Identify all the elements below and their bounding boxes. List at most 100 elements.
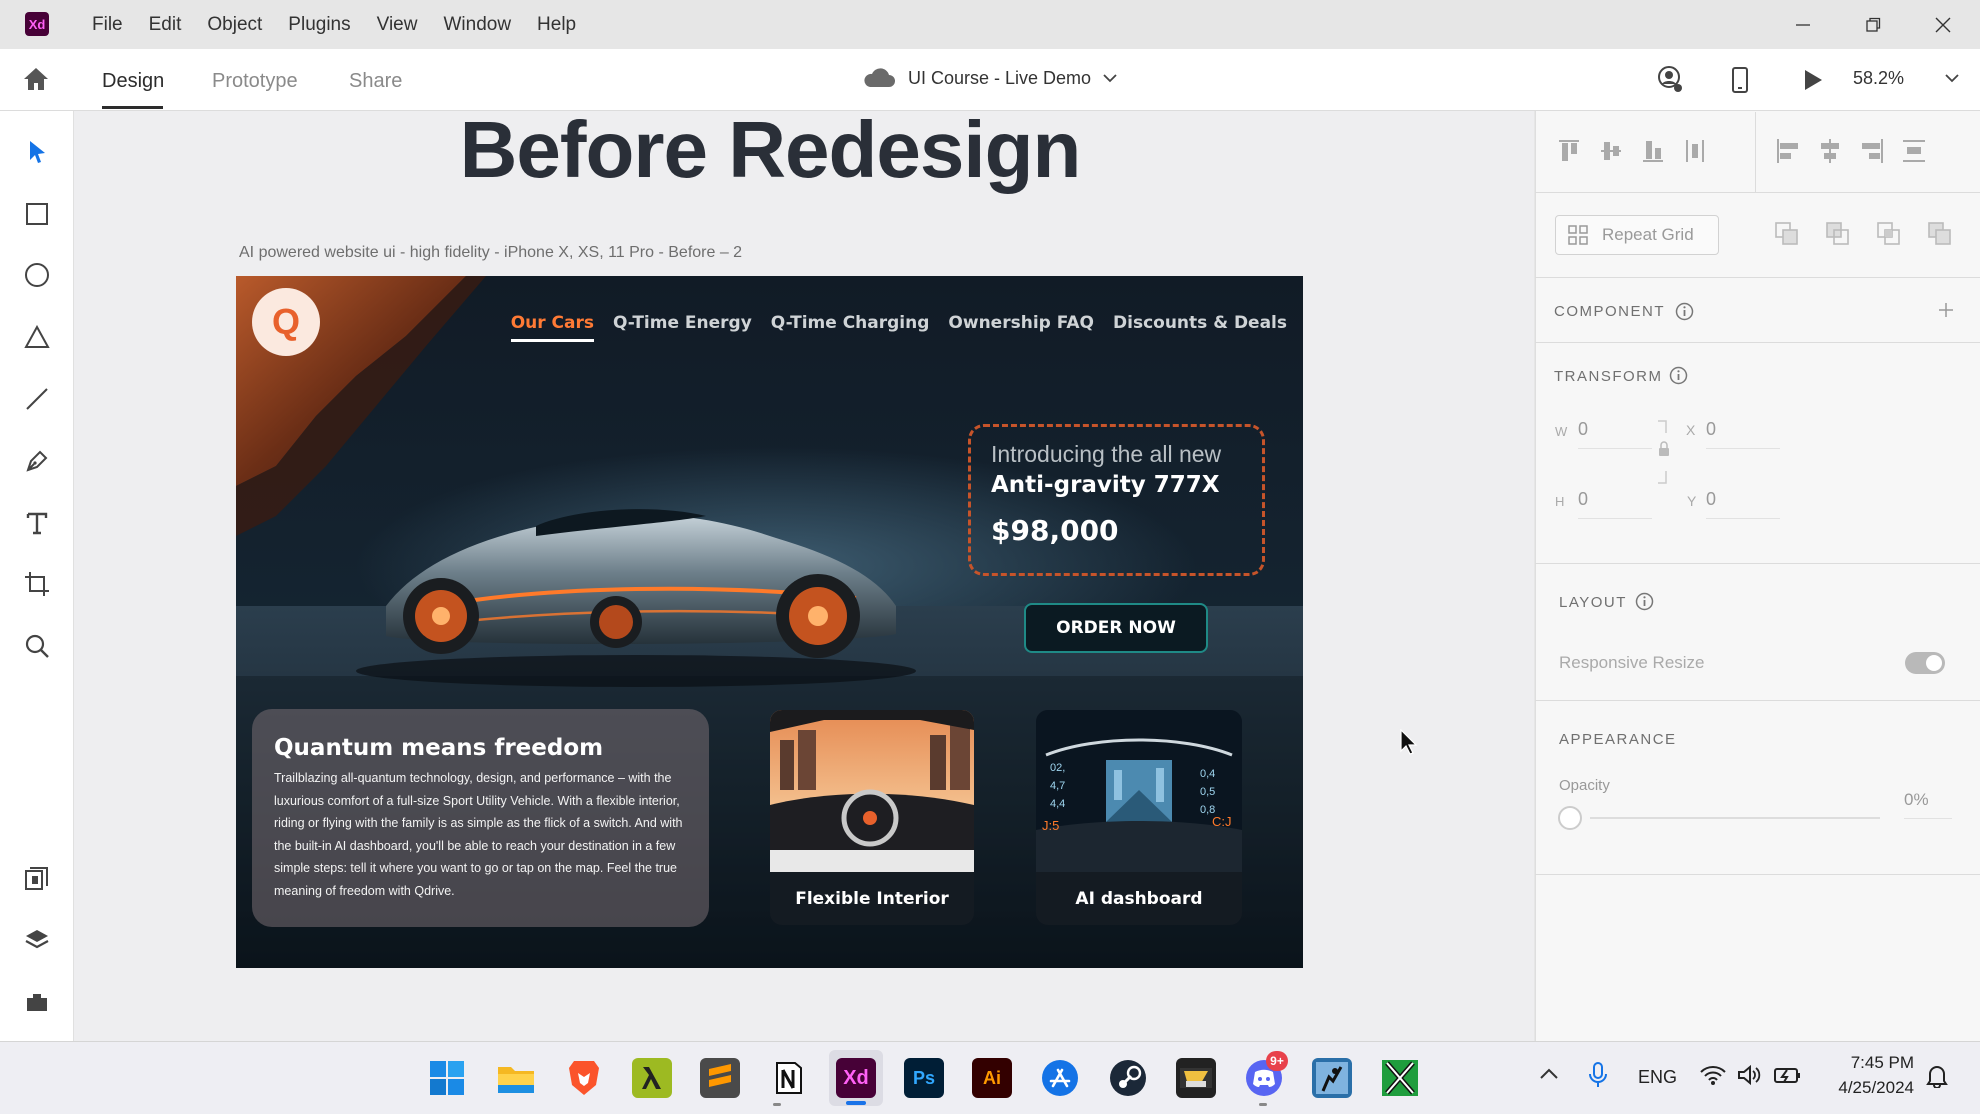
align-right-icon[interactable] <box>1860 138 1884 164</box>
opacity-slider-handle[interactable] <box>1558 806 1582 830</box>
nav-q-time-charging[interactable]: Q-Time Charging <box>771 313 930 342</box>
exclude-shape-icon[interactable] <box>1928 222 1952 246</box>
align-center-icon[interactable] <box>1818 138 1842 164</box>
canvas-heading[interactable]: Before Redesign <box>300 104 1240 196</box>
select-tool[interactable] <box>20 135 54 169</box>
add-shape-icon[interactable] <box>1775 222 1799 246</box>
menu-window[interactable]: Window <box>443 14 525 36</box>
height-field[interactable]: 0 <box>1578 489 1652 519</box>
zoom-dropdown[interactable] <box>1945 73 1959 83</box>
nav-ownership-faq[interactable]: Ownership FAQ <box>948 313 1094 342</box>
share-user-button[interactable] <box>1656 66 1684 94</box>
line-tool[interactable] <box>20 382 54 416</box>
order-now-button[interactable]: ORDER NOW <box>1024 603 1208 653</box>
zoom-tool[interactable] <box>20 629 54 663</box>
minimize-button[interactable] <box>1768 0 1838 49</box>
nav-our-cars[interactable]: Our Cars <box>510 313 594 342</box>
align-top-icon[interactable] <box>1558 138 1580 164</box>
align-left-icon[interactable] <box>1776 138 1800 164</box>
tab-design[interactable]: Design <box>102 70 164 93</box>
plugins-panel-button[interactable] <box>20 985 54 1019</box>
opacity-field[interactable]: 0% <box>1904 790 1952 819</box>
add-component-button[interactable] <box>1938 302 1954 318</box>
nav-q-time-energy[interactable]: Q-Time Energy <box>613 313 752 342</box>
notion-button[interactable] <box>768 1058 808 1098</box>
play-preview-button[interactable] <box>1802 68 1824 92</box>
close-button[interactable] <box>1908 0 1978 49</box>
discord-notification-badge: 9+ <box>1266 1051 1288 1071</box>
grid-icon <box>1568 225 1588 245</box>
nav-discounts-deals[interactable]: Discounts & Deals <box>1113 313 1287 342</box>
pen-tool-app-button[interactable] <box>1312 1058 1352 1098</box>
layout-info-button[interactable] <box>1635 592 1654 611</box>
align-middle-icon[interactable] <box>1600 138 1622 164</box>
photoshop-button[interactable]: Ps <box>904 1058 944 1098</box>
feature-card-flexible-interior[interactable]: Flexible Interior <box>770 710 974 925</box>
wifi-button[interactable] <box>1700 1064 1726 1086</box>
repeat-grid-button[interactable]: Repeat Grid <box>1555 215 1719 255</box>
menu-object[interactable]: Object <box>207 14 276 36</box>
lambda-app-button[interactable] <box>632 1058 672 1098</box>
zoom-level[interactable]: 58.2% <box>1853 68 1904 89</box>
rectangle-tool[interactable] <box>20 197 54 231</box>
responsive-resize-toggle[interactable] <box>1905 652 1945 674</box>
media-app-button[interactable] <box>1176 1058 1216 1098</box>
subtract-shape-icon[interactable] <box>1826 222 1850 246</box>
pen-tool[interactable] <box>20 444 54 478</box>
distribute-horizontal-icon[interactable] <box>1684 138 1706 164</box>
device-preview-button[interactable] <box>1730 67 1750 93</box>
tab-share[interactable]: Share <box>349 70 402 93</box>
align-bottom-icon[interactable] <box>1642 138 1664 164</box>
menu-help[interactable]: Help <box>537 14 590 36</box>
restore-button[interactable] <box>1838 0 1908 49</box>
media-app-icon <box>1180 1068 1212 1088</box>
minimize-icon <box>1796 23 1810 26</box>
brave-browser-button[interactable] <box>564 1058 604 1098</box>
volume-button[interactable] <box>1737 1064 1761 1086</box>
ellipse-tool[interactable] <box>20 258 54 292</box>
distribute-vertical-icon[interactable] <box>1902 138 1926 164</box>
artboard[interactable]: Q Our Cars Q-Time Energy Q-Time Charging… <box>236 276 1303 968</box>
x-field[interactable]: 0 <box>1706 419 1780 449</box>
lock-aspect-button[interactable] <box>1654 420 1672 484</box>
menu-view[interactable]: View <box>377 14 432 36</box>
feature-card-ai-dashboard[interactable]: 02, 4,7 0,4 0,5 4,4 0,8 J:5 C:J AI dashb… <box>1036 710 1242 925</box>
clock-date[interactable]: 4/25/2024 <box>1818 1078 1914 1098</box>
transform-info-button[interactable] <box>1669 366 1688 385</box>
opacity-slider-track[interactable] <box>1590 817 1880 819</box>
excel-like-button[interactable] <box>1380 1058 1420 1098</box>
clock-time[interactable]: 7:45 PM <box>1828 1053 1914 1073</box>
windows-start-button[interactable] <box>427 1058 467 1098</box>
app-store-button[interactable] <box>1040 1058 1080 1098</box>
artboard-tool[interactable] <box>20 567 54 601</box>
notifications-button[interactable] <box>1926 1064 1948 1088</box>
microphone-button[interactable] <box>1588 1062 1608 1088</box>
artboard-label[interactable]: AI powered website ui - high fidelity - … <box>239 244 742 262</box>
home-button[interactable] <box>22 66 50 92</box>
width-label: W <box>1555 424 1568 439</box>
width-field[interactable]: 0 <box>1578 419 1652 449</box>
steam-button[interactable] <box>1108 1058 1148 1098</box>
language-indicator[interactable]: ENG <box>1638 1067 1677 1088</box>
intersect-shape-icon[interactable] <box>1877 222 1901 246</box>
component-info-button[interactable] <box>1675 302 1694 321</box>
plus-icon <box>1939 303 1953 317</box>
menu-plugins[interactable]: Plugins <box>288 14 364 36</box>
windows-icon <box>430 1061 464 1095</box>
layers-panel-button[interactable] <box>20 923 54 957</box>
sublime-text-button[interactable] <box>700 1058 740 1098</box>
y-field[interactable]: 0 <box>1706 489 1780 519</box>
document-title-dropdown[interactable]: UI Course - Live Demo <box>862 67 1117 89</box>
polygon-tool[interactable] <box>20 320 54 354</box>
adobe-xd-button[interactable]: Xd <box>836 1058 876 1098</box>
menu-edit[interactable]: Edit <box>149 14 196 36</box>
tray-overflow-button[interactable] <box>1539 1067 1559 1081</box>
illustrator-button[interactable]: Ai <box>972 1058 1012 1098</box>
battery-button[interactable] <box>1774 1064 1802 1086</box>
assets-panel-button[interactable] <box>20 862 54 896</box>
text-tool[interactable] <box>20 506 54 540</box>
site-logo[interactable]: Q <box>252 288 320 356</box>
menu-file[interactable]: File <box>92 14 137 36</box>
tab-prototype[interactable]: Prototype <box>212 70 298 93</box>
file-explorer-button[interactable] <box>496 1058 536 1098</box>
